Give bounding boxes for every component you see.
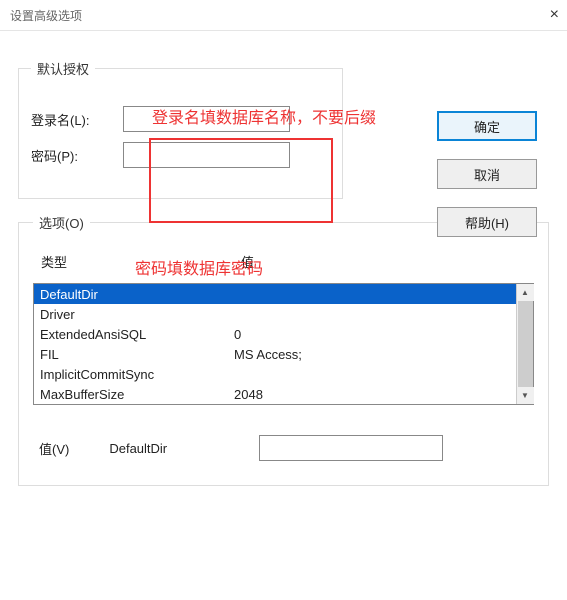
scroll-up-icon[interactable]: ▲ [517,284,534,301]
list-item-type: ImplicitCommitSync [40,367,234,382]
list-item-value: 0 [234,327,510,342]
title-bar: 设置高级选项 × [0,0,567,30]
list-header: 类型 值 [41,252,534,271]
scroll-thumb[interactable] [518,301,533,387]
annotation-login-hint: 登录名填数据库名称，不要后缀 [152,104,376,128]
list-item-type: MaxBufferSize [40,387,234,402]
list-item[interactable]: MaxBufferSize 2048 [34,384,516,404]
list-item[interactable]: ExtendedAnsiSQL 0 [34,324,516,344]
list-item-type: DefaultDir [40,287,234,302]
value-input[interactable] [259,435,443,461]
password-row: 密码(P): [31,142,330,168]
window-title: 设置高级选项 [10,7,82,24]
password-label: 密码(P): [31,146,123,165]
list-item-value: 2048 [234,387,510,402]
list-item[interactable]: Driver [34,304,516,324]
scrollbar[interactable]: ▲ ▼ [516,284,533,404]
list-item[interactable]: ImplicitCommitSync [34,364,516,384]
auth-group: 默认授权 登录名(L): 密码(P): [18,59,343,199]
password-input[interactable] [123,142,290,168]
list-item-type: ExtendedAnsiSQL [40,327,234,342]
list-item-value: MS Access; [234,347,510,362]
options-group: 选项(O) 类型 值 DefaultDir Driver Extend [18,213,549,486]
close-icon[interactable]: × [529,6,559,24]
list-item[interactable]: DefaultDir [34,284,516,304]
value-label: 值(V) [39,439,69,458]
help-button[interactable]: 帮助(H) [437,207,537,237]
list-item[interactable]: FIL MS Access; [34,344,516,364]
options-list-container: DefaultDir Driver ExtendedAnsiSQL 0 FIL … [33,283,534,405]
list-item-type: FIL [40,347,234,362]
button-column: 确定 取消 帮助(H) [437,111,537,237]
cancel-button[interactable]: 取消 [437,159,537,189]
options-legend: 选项(O) [33,213,90,232]
login-label: 登录名(L): [31,110,123,129]
auth-legend: 默认授权 [31,59,95,78]
window-body: 默认授权 登录名(L): 密码(P): 登录名填数据库名称，不要后缀 密码填数据… [0,30,567,600]
annotation-password-hint: 密码填数据库密码 [135,255,263,279]
list-item-type: Driver [40,307,234,322]
value-editor-row: 值(V) DefaultDir [33,435,534,461]
scroll-down-icon[interactable]: ▼ [517,387,534,404]
ok-button[interactable]: 确定 [437,111,537,141]
options-list[interactable]: DefaultDir Driver ExtendedAnsiSQL 0 FIL … [34,284,516,404]
value-name: DefaultDir [109,441,219,456]
